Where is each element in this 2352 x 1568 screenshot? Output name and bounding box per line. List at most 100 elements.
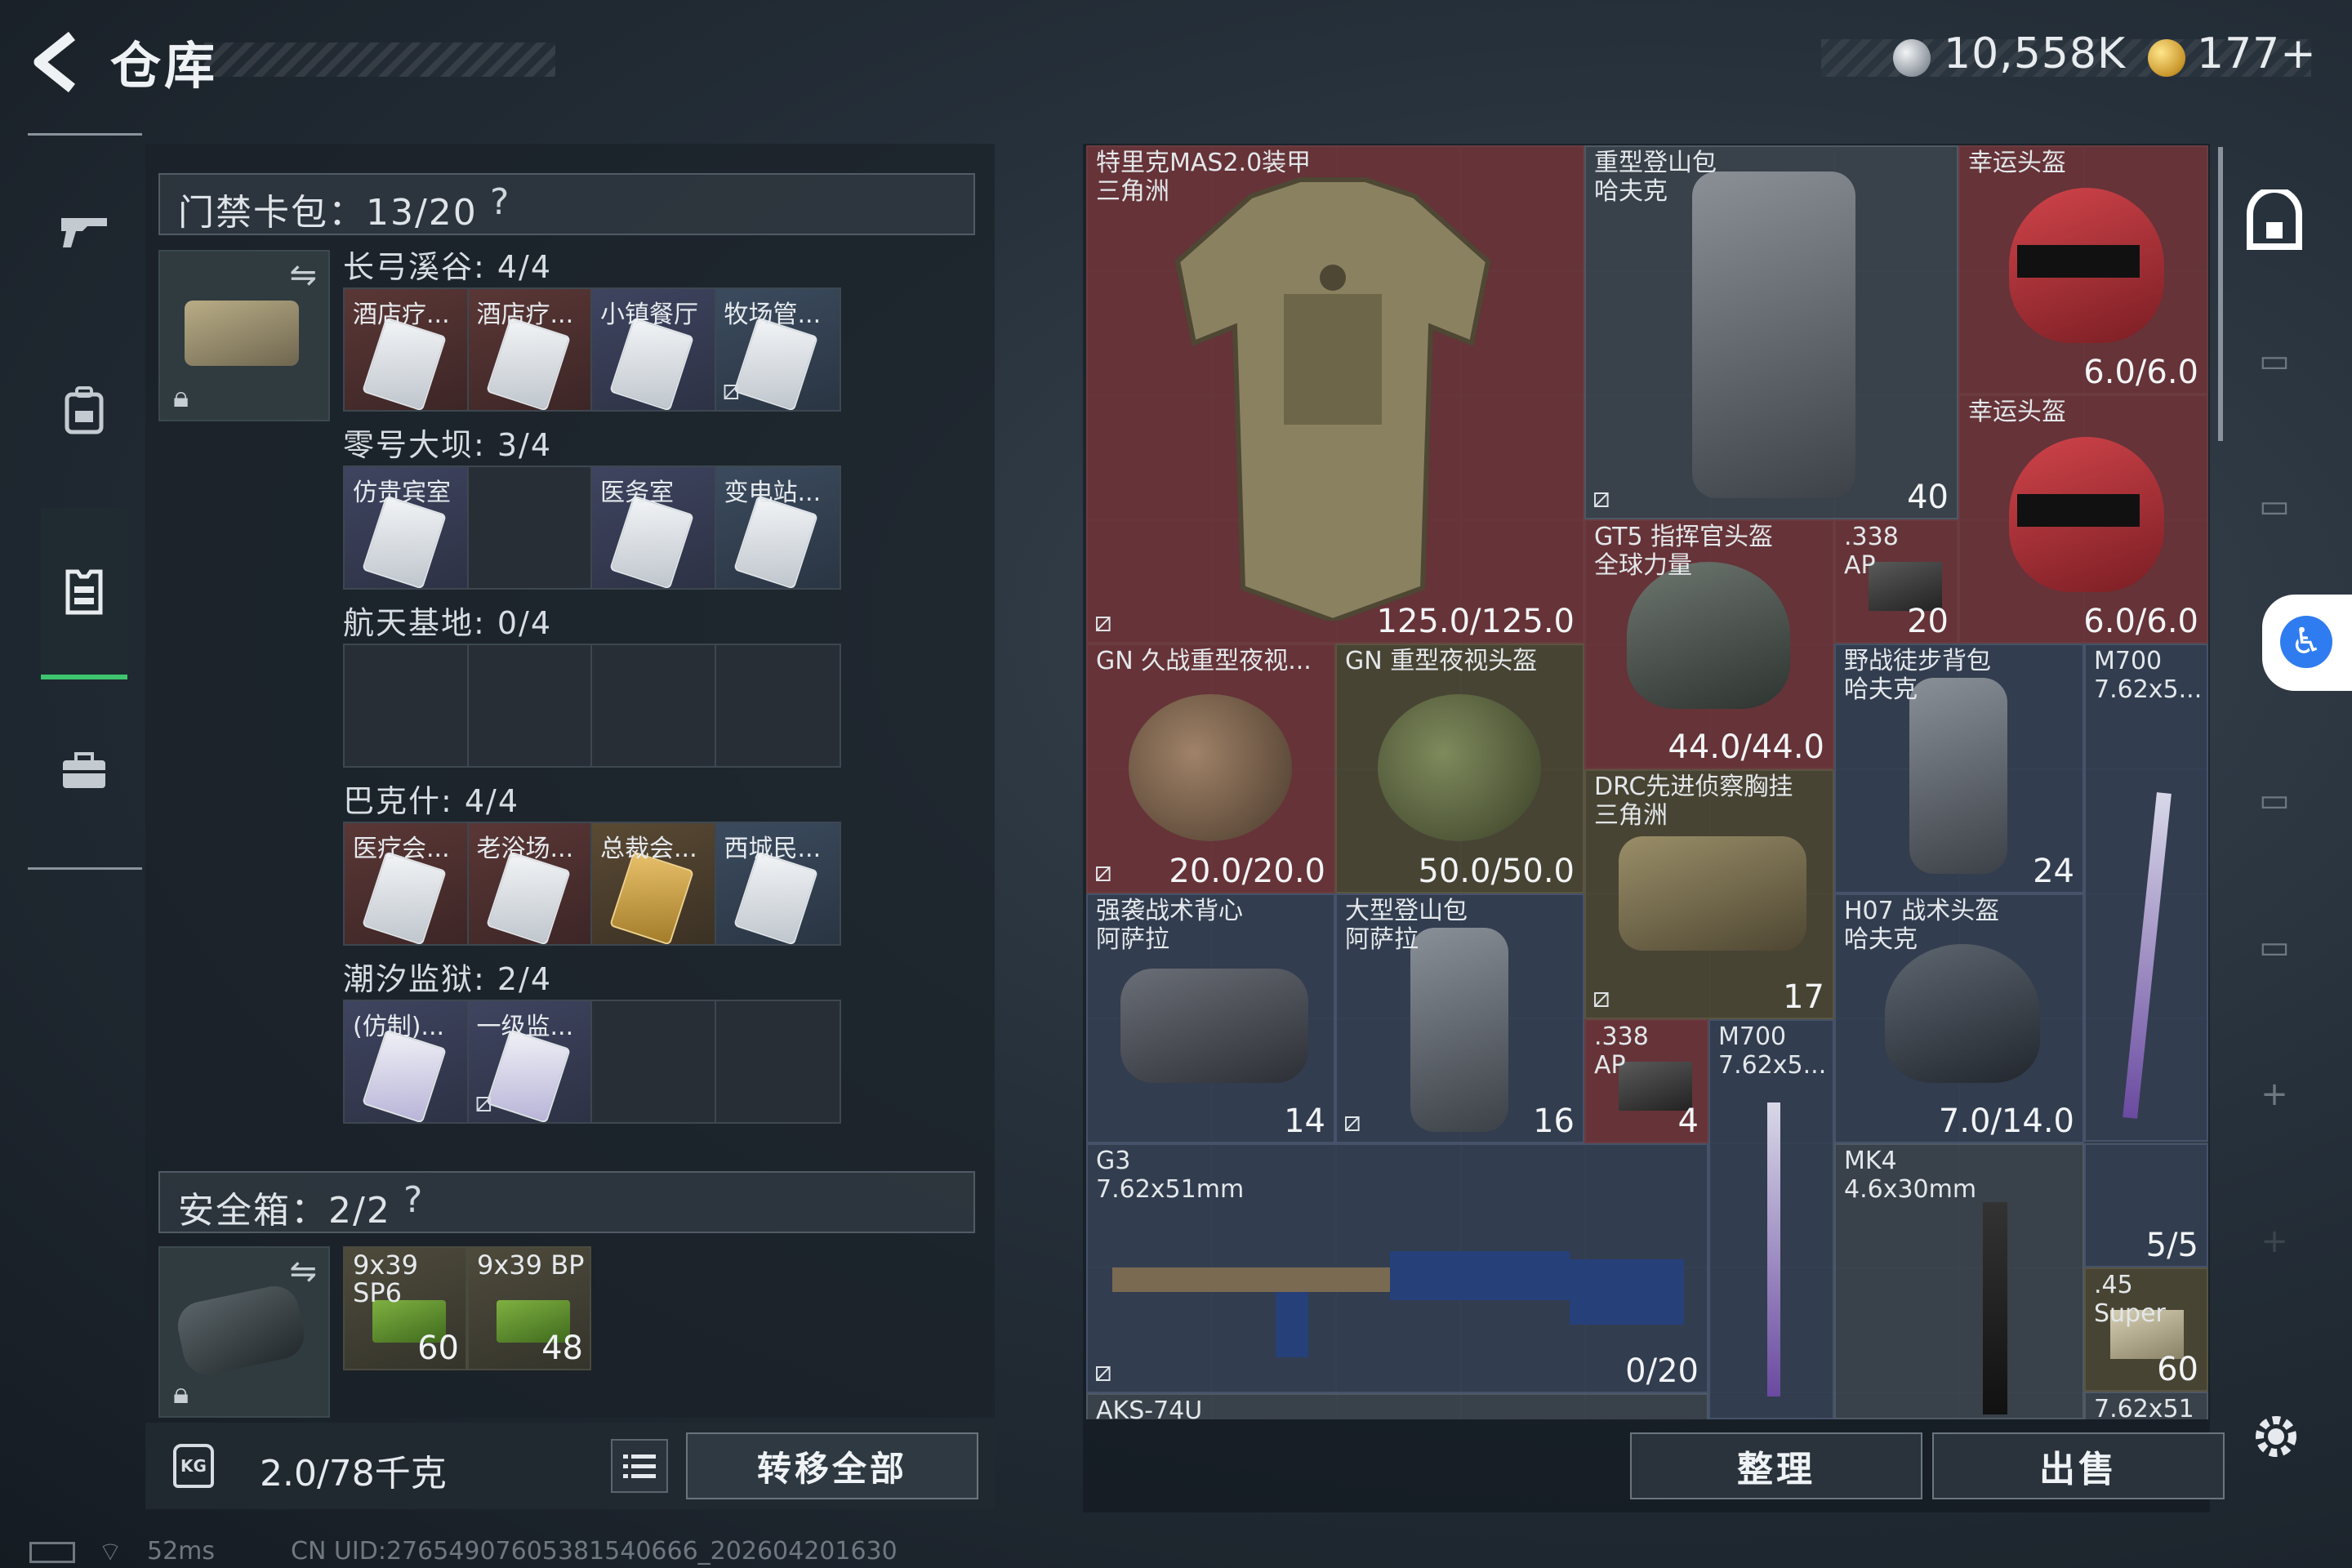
keycard-slot[interactable]: 小镇餐厅 xyxy=(592,289,716,410)
keycard-slot[interactable]: (仿制)... xyxy=(345,1001,469,1122)
item-durability: 6.0/6.0 xyxy=(2083,354,2198,391)
keycard-pouch-slot[interactable]: ⇋ 🔒︎ xyxy=(158,250,330,421)
sniper-rifle-item[interactable]: M700 7.62x5... xyxy=(1708,1019,1834,1419)
ammo-item[interactable]: .338 AP 4 xyxy=(1584,1019,1708,1143)
help-icon[interactable]: ? xyxy=(403,1179,422,1221)
sniper-rifle-item[interactable]: M700 7.62x5... xyxy=(2084,644,2208,1142)
silver-coin-icon xyxy=(1893,39,1931,77)
item-durability: 125.0/125.0 xyxy=(1376,603,1575,640)
swap-icon[interactable]: ⇋ xyxy=(289,256,317,294)
III-rifle-icon[interactable]: ▭ xyxy=(2238,474,2311,539)
backpack-item[interactable]: 重型登山包 哈夫克 ⧄ 40 xyxy=(1584,145,1958,519)
ammo-item[interactable]: .338 AP 20 xyxy=(1834,519,1958,644)
night-vision-item[interactable]: GN 久战重型夜视... ⧄ 20.0/20.0 xyxy=(1086,644,1335,893)
keycard-slot-empty[interactable] xyxy=(592,1001,716,1122)
keycard-name: 一级监... xyxy=(476,1013,574,1041)
helmet-image xyxy=(1627,562,1790,709)
briefcase-icon xyxy=(63,752,105,788)
vest-item[interactable]: 强袭战术背心 阿萨拉 14 xyxy=(1086,893,1335,1143)
grid-scrollbar[interactable] xyxy=(2218,147,2223,441)
rifle-item[interactable]: G3 7.62x51mm ⧄ 0/20 xyxy=(1086,1143,1708,1393)
IV-rifle-icon[interactable]: ▭ xyxy=(2238,915,2311,980)
weight-bar: KG 2.0/78千克 转移全部 xyxy=(145,1423,995,1509)
visor-image xyxy=(2017,494,2140,527)
keycard-slot[interactable]: 牧场管... ⧄ xyxy=(715,289,840,410)
keycard-slot[interactable]: 仿贵宾室 xyxy=(345,467,469,588)
nav-weapon-tab[interactable] xyxy=(41,181,127,279)
help-icon[interactable]: ? xyxy=(490,181,509,223)
keycard-slot[interactable]: 一级监... ⧄ xyxy=(468,1001,592,1122)
rifle-image xyxy=(1112,1251,1684,1357)
add-slot-icon[interactable]: + xyxy=(2238,1209,2311,1274)
ammo-item[interactable]: .45 Super 60 xyxy=(2084,1267,2208,1392)
sell-button[interactable]: 出售 xyxy=(1932,1432,2225,1499)
armor-item[interactable]: 特里克MAS2.0装甲 三角洲 ⧄ 125.0/125.0 xyxy=(1086,145,1584,644)
keycard-slot[interactable]: 医务室 xyxy=(592,467,716,588)
gold-amount[interactable]: 177+ xyxy=(2197,29,2317,78)
accessibility-button[interactable]: ♿︎ xyxy=(2262,595,2352,691)
keycard-slot-empty[interactable] xyxy=(468,467,592,588)
item-name: 重型登山包 哈夫克 xyxy=(1594,149,1717,206)
ammo-item[interactable]: 7.62x51 xyxy=(2084,1392,2208,1419)
V-rifle-icon[interactable]: ▭ xyxy=(2238,328,2311,394)
add-slot-icon[interactable]: + xyxy=(2238,1062,2311,1127)
keycard-name: 总裁会... xyxy=(600,835,697,863)
helmet-item[interactable]: H07 战术头盔 哈夫克 7.0/14.0 xyxy=(1834,893,2084,1143)
keycard-image xyxy=(609,317,694,410)
nav-backpack-tab[interactable] xyxy=(41,361,127,459)
keycard-row: (仿制)... 一级监... ⧄ xyxy=(343,1000,841,1124)
backpack-item[interactable]: 野战徒步背包 哈夫克 24 xyxy=(1834,644,2084,893)
magazine-item[interactable]: 5/5 xyxy=(2084,1143,2208,1267)
item-name: GN 久战重型夜视... xyxy=(1096,647,1312,675)
keycard-slot[interactable]: 西城民... xyxy=(715,823,840,944)
nav-briefcase-tab[interactable] xyxy=(41,722,127,820)
helmet-item[interactable]: 幸运头盔 6.0/6.0 xyxy=(1958,145,2208,394)
backpack-image xyxy=(1909,678,2007,874)
keycard-slot[interactable]: 老浴场... xyxy=(468,823,592,944)
keycard-slot[interactable]: 变电站... xyxy=(715,467,840,588)
item-capacity: 40 xyxy=(1907,479,1949,516)
ammo-slot[interactable]: 9x39 SP6 60 xyxy=(343,1246,467,1370)
keycard-slot[interactable]: 总裁会... xyxy=(592,823,716,944)
helmet-item[interactable]: 幸运头盔 6.0/6.0 xyxy=(1958,394,2208,644)
keycard-slot[interactable]: 酒店疗... xyxy=(345,289,469,410)
ping-text: 52ms xyxy=(147,1537,216,1566)
list-view-button[interactable] xyxy=(611,1439,668,1493)
IV-rifle-icon[interactable]: ▭ xyxy=(2238,768,2311,833)
safe-box-icon[interactable] xyxy=(2238,188,2311,253)
keycard-slot[interactable]: 医疗会... xyxy=(345,823,469,944)
smg-item[interactable]: MK4 4.6x30mm xyxy=(1834,1143,2084,1419)
sort-button[interactable]: 整理 xyxy=(1630,1432,1922,1499)
keycard-slot-empty[interactable] xyxy=(468,645,592,766)
night-vision-item[interactable]: GN 重型夜视头盔 50.0/50.0 xyxy=(1335,644,1584,893)
settings-gear-icon[interactable] xyxy=(2249,1410,2303,1463)
ammo-slot[interactable]: 9x39 BP 48 xyxy=(467,1246,591,1370)
silver-amount: 10,558K xyxy=(1944,29,2127,78)
keycard-slot-empty[interactable] xyxy=(715,645,840,766)
back-arrow-icon[interactable] xyxy=(24,29,90,95)
wifi-icon: ⌔ xyxy=(98,1536,123,1567)
keycard-slot-empty[interactable] xyxy=(345,645,469,766)
transfer-all-button[interactable]: 转移全部 xyxy=(686,1432,978,1499)
keycard-image xyxy=(733,317,818,410)
keycard-slot-empty[interactable] xyxy=(592,645,716,766)
top-bar: 仓库 10,558K 177+ xyxy=(0,0,2352,122)
smg-image xyxy=(1983,1202,2007,1414)
swap-icon[interactable]: ⇋ xyxy=(289,1253,317,1290)
backpack-item[interactable]: 大型登山包 阿萨拉 ⧄ 16 xyxy=(1335,893,1584,1143)
chest-rig-image xyxy=(1619,836,1806,951)
safe-box-slot[interactable]: ⇋ 🔒︎ xyxy=(158,1246,330,1418)
item-durability: 44.0/44.0 xyxy=(1668,728,1824,766)
nav-vest-tab[interactable] xyxy=(41,508,127,679)
chest-rig-item[interactable]: DRC先进侦察胸挂 三角洲 ⧄ 17 xyxy=(1584,769,1834,1019)
helmet-item[interactable]: GT5 指挥官头盔 全球力量 44.0/44.0 xyxy=(1584,519,1834,769)
item-durability: 20.0/20.0 xyxy=(1169,853,1325,890)
item-name: 特里克MAS2.0装甲 三角洲 xyxy=(1096,149,1312,206)
rifle-item[interactable]: AKS-74U xyxy=(1086,1393,1708,1419)
keycard-name: 小镇餐厅 xyxy=(600,301,698,329)
item-name: .338 AP xyxy=(1844,523,1899,580)
keycard-image xyxy=(609,495,694,588)
keycard-slot-empty[interactable] xyxy=(715,1001,840,1122)
keycard-slot[interactable]: 酒店疗... xyxy=(468,289,592,410)
item-name: MK4 4.6x30mm xyxy=(1844,1147,1977,1204)
